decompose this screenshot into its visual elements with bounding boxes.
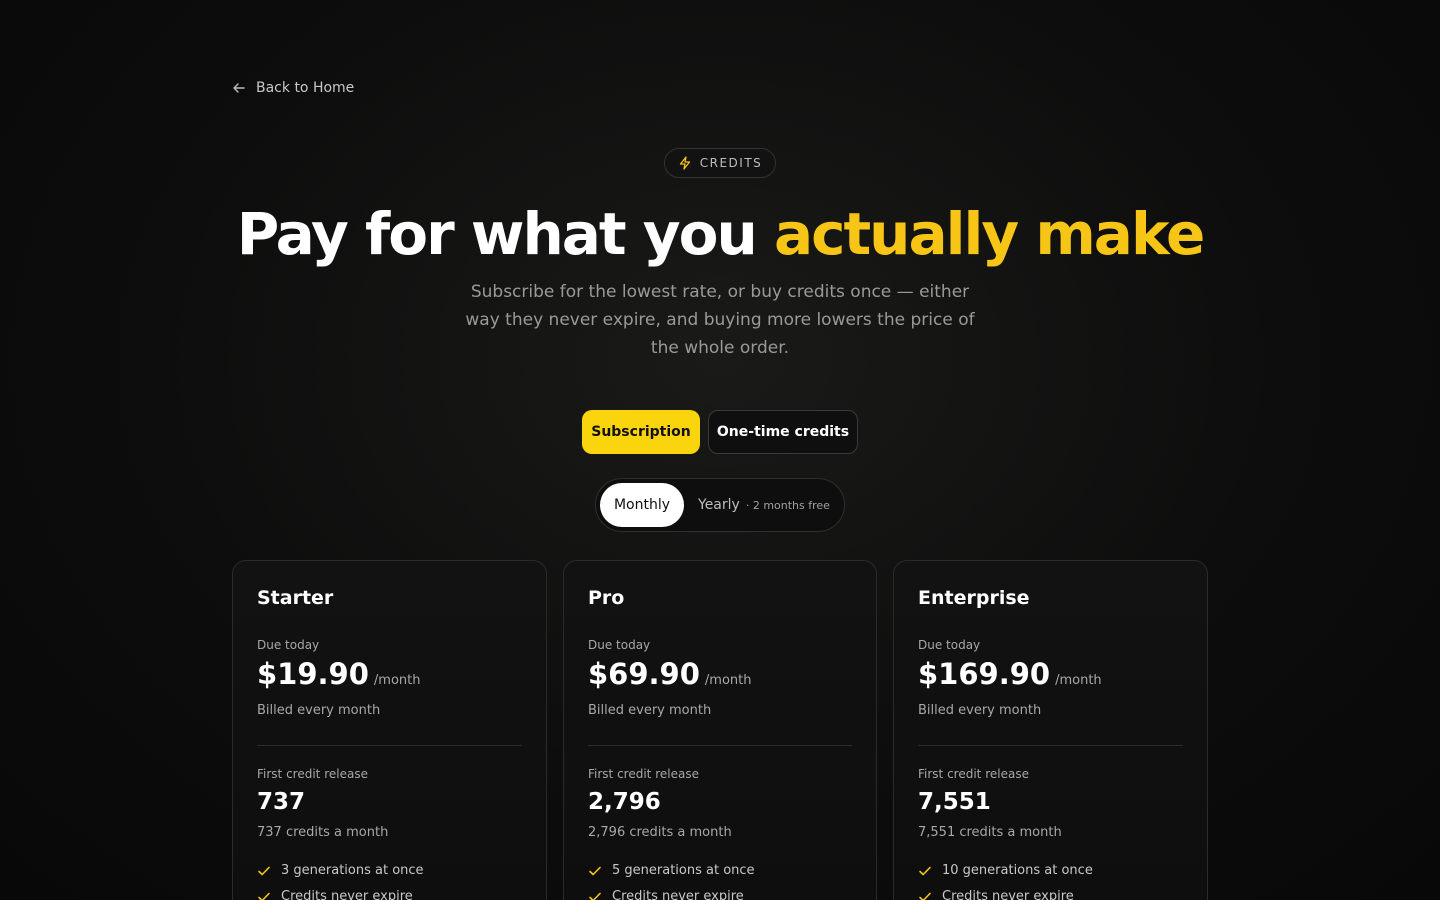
plan-name: Enterprise [918, 587, 1030, 609]
feature-item: 3 generations at once [257, 863, 424, 878]
plan-price: $69.90 /month [588, 657, 752, 691]
feature-label: Credits never expire [612, 889, 744, 900]
feature-label: Credits never expire [942, 889, 1074, 900]
title-accent: actually make [773, 200, 1205, 268]
monthly-option[interactable]: Monthly [600, 483, 684, 527]
price-amount: $19.90 [257, 657, 369, 691]
feature-label: 5 generations at once [612, 863, 755, 878]
card-divider [918, 745, 1183, 746]
check-icon [919, 866, 931, 875]
plan-price: $169.90 /month [918, 657, 1102, 691]
credits-badge-label: CREDITS [699, 156, 763, 170]
plan-price: $19.90 /month [257, 657, 421, 691]
card-divider [257, 745, 522, 746]
billing-period-toggle: Monthly Yearly · 2 months free [595, 478, 845, 532]
price-period: /month [1055, 673, 1102, 688]
due-label: Due today [918, 638, 981, 652]
page-subtitle: Subscribe for the lowest rate, or buy cr… [465, 282, 975, 358]
back-to-home-label: Back to Home [256, 80, 355, 96]
release-subtext: 737 credits a month [257, 825, 389, 840]
billing-note: Billed every month [918, 703, 1042, 718]
feature-item: 5 generations at once [588, 863, 755, 878]
release-subtext: 2,796 credits a month [588, 825, 732, 840]
feature-label: 10 generations at once [942, 863, 1093, 878]
plan-name: Pro [588, 587, 625, 609]
release-credits: 737 [257, 789, 306, 815]
yearly-discount-note: · 2 months free [745, 498, 830, 512]
plan-card-enterprise: Enterprise Due today $169.90 /month Bill… [893, 560, 1208, 900]
feature-item: Credits never expire [257, 889, 413, 900]
price-amount: $69.90 [588, 657, 700, 691]
back-to-home-link[interactable]: Back to Home [232, 80, 354, 96]
check-icon [589, 866, 601, 875]
one-time-credits-tab[interactable]: One-time credits [708, 410, 858, 454]
plan-name: Starter [257, 587, 334, 609]
release-credits: 7,551 [918, 789, 991, 815]
release-subtext: 7,551 credits a month [918, 825, 1062, 840]
release-label: First credit release [588, 767, 699, 781]
card-divider [588, 745, 852, 746]
plan-card-pro: Pro Due today $69.90 /month Billed every… [563, 560, 877, 900]
release-label: First credit release [918, 767, 1029, 781]
feature-item: Credits never expire [918, 889, 1074, 900]
credits-badge: CREDITS [664, 148, 776, 178]
subscription-tab[interactable]: Subscription [582, 410, 700, 454]
feature-label: 3 generations at once [281, 863, 424, 878]
billing-note: Billed every month [588, 703, 712, 718]
price-period: /month [373, 673, 421, 688]
release-label: First credit release [257, 767, 368, 781]
due-label: Due today [588, 638, 651, 652]
plan-card-starter: Starter Due today $19.90 /month Billed e… [232, 560, 547, 900]
check-icon [589, 892, 601, 900]
price-amount: $169.90 [918, 657, 1051, 691]
check-icon [258, 892, 270, 900]
release-credits: 2,796 [588, 789, 661, 815]
title-main: Pay for what you [236, 200, 774, 268]
arrow-left-icon [233, 83, 245, 93]
feature-item: Credits never expire [588, 889, 744, 900]
feature-item: 10 generations at once [918, 863, 1093, 878]
check-icon [919, 892, 931, 900]
feature-label: Credits never expire [281, 889, 413, 900]
yearly-label: Yearly [698, 497, 740, 513]
check-icon [258, 866, 270, 875]
price-period: /month [704, 673, 752, 688]
due-label: Due today [257, 638, 320, 652]
lightning-icon [679, 156, 690, 170]
page-title: Pay for what you actually make [0, 196, 1440, 272]
yearly-option[interactable]: Yearly · 2 months free [698, 479, 830, 531]
billing-note: Billed every month [257, 703, 381, 718]
